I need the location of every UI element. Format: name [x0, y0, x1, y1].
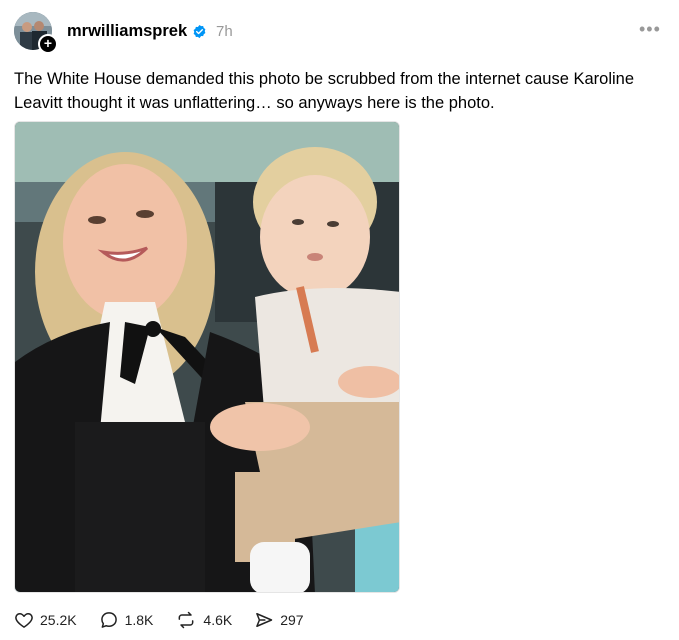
- post-timestamp: 7h: [216, 23, 233, 40]
- repost-button[interactable]: 4.6K: [175, 610, 232, 630]
- author-avatar[interactable]: +: [14, 12, 58, 54]
- share-button[interactable]: 297: [254, 610, 304, 630]
- verified-badge-icon: [193, 24, 206, 39]
- post-caption: The White House demanded this photo be s…: [14, 70, 635, 112]
- reply-count: 1.8K: [124, 612, 154, 628]
- speech-bubble-icon: [100, 612, 117, 628]
- repost-count: 4.6K: [203, 612, 233, 628]
- follow-plus-icon[interactable]: +: [38, 34, 58, 54]
- more-icon[interactable]: •••: [639, 20, 665, 42]
- send-icon: [256, 613, 273, 627]
- action-bar: 25.2K 1.8K 4.6K 297: [14, 608, 326, 632]
- author-username[interactable]: mrwilliamsprek: [67, 22, 187, 41]
- like-count: 25.2K: [40, 612, 77, 628]
- heart-icon: [15, 613, 33, 628]
- reply-button[interactable]: 1.8K: [99, 610, 154, 630]
- like-button[interactable]: 25.2K: [14, 610, 77, 630]
- post-card: + mrwilliamsprek 7h ••• The White House …: [0, 0, 679, 640]
- repost-icon: [178, 611, 194, 629]
- share-count: 297: [280, 612, 304, 628]
- post-photo[interactable]: [14, 121, 400, 593]
